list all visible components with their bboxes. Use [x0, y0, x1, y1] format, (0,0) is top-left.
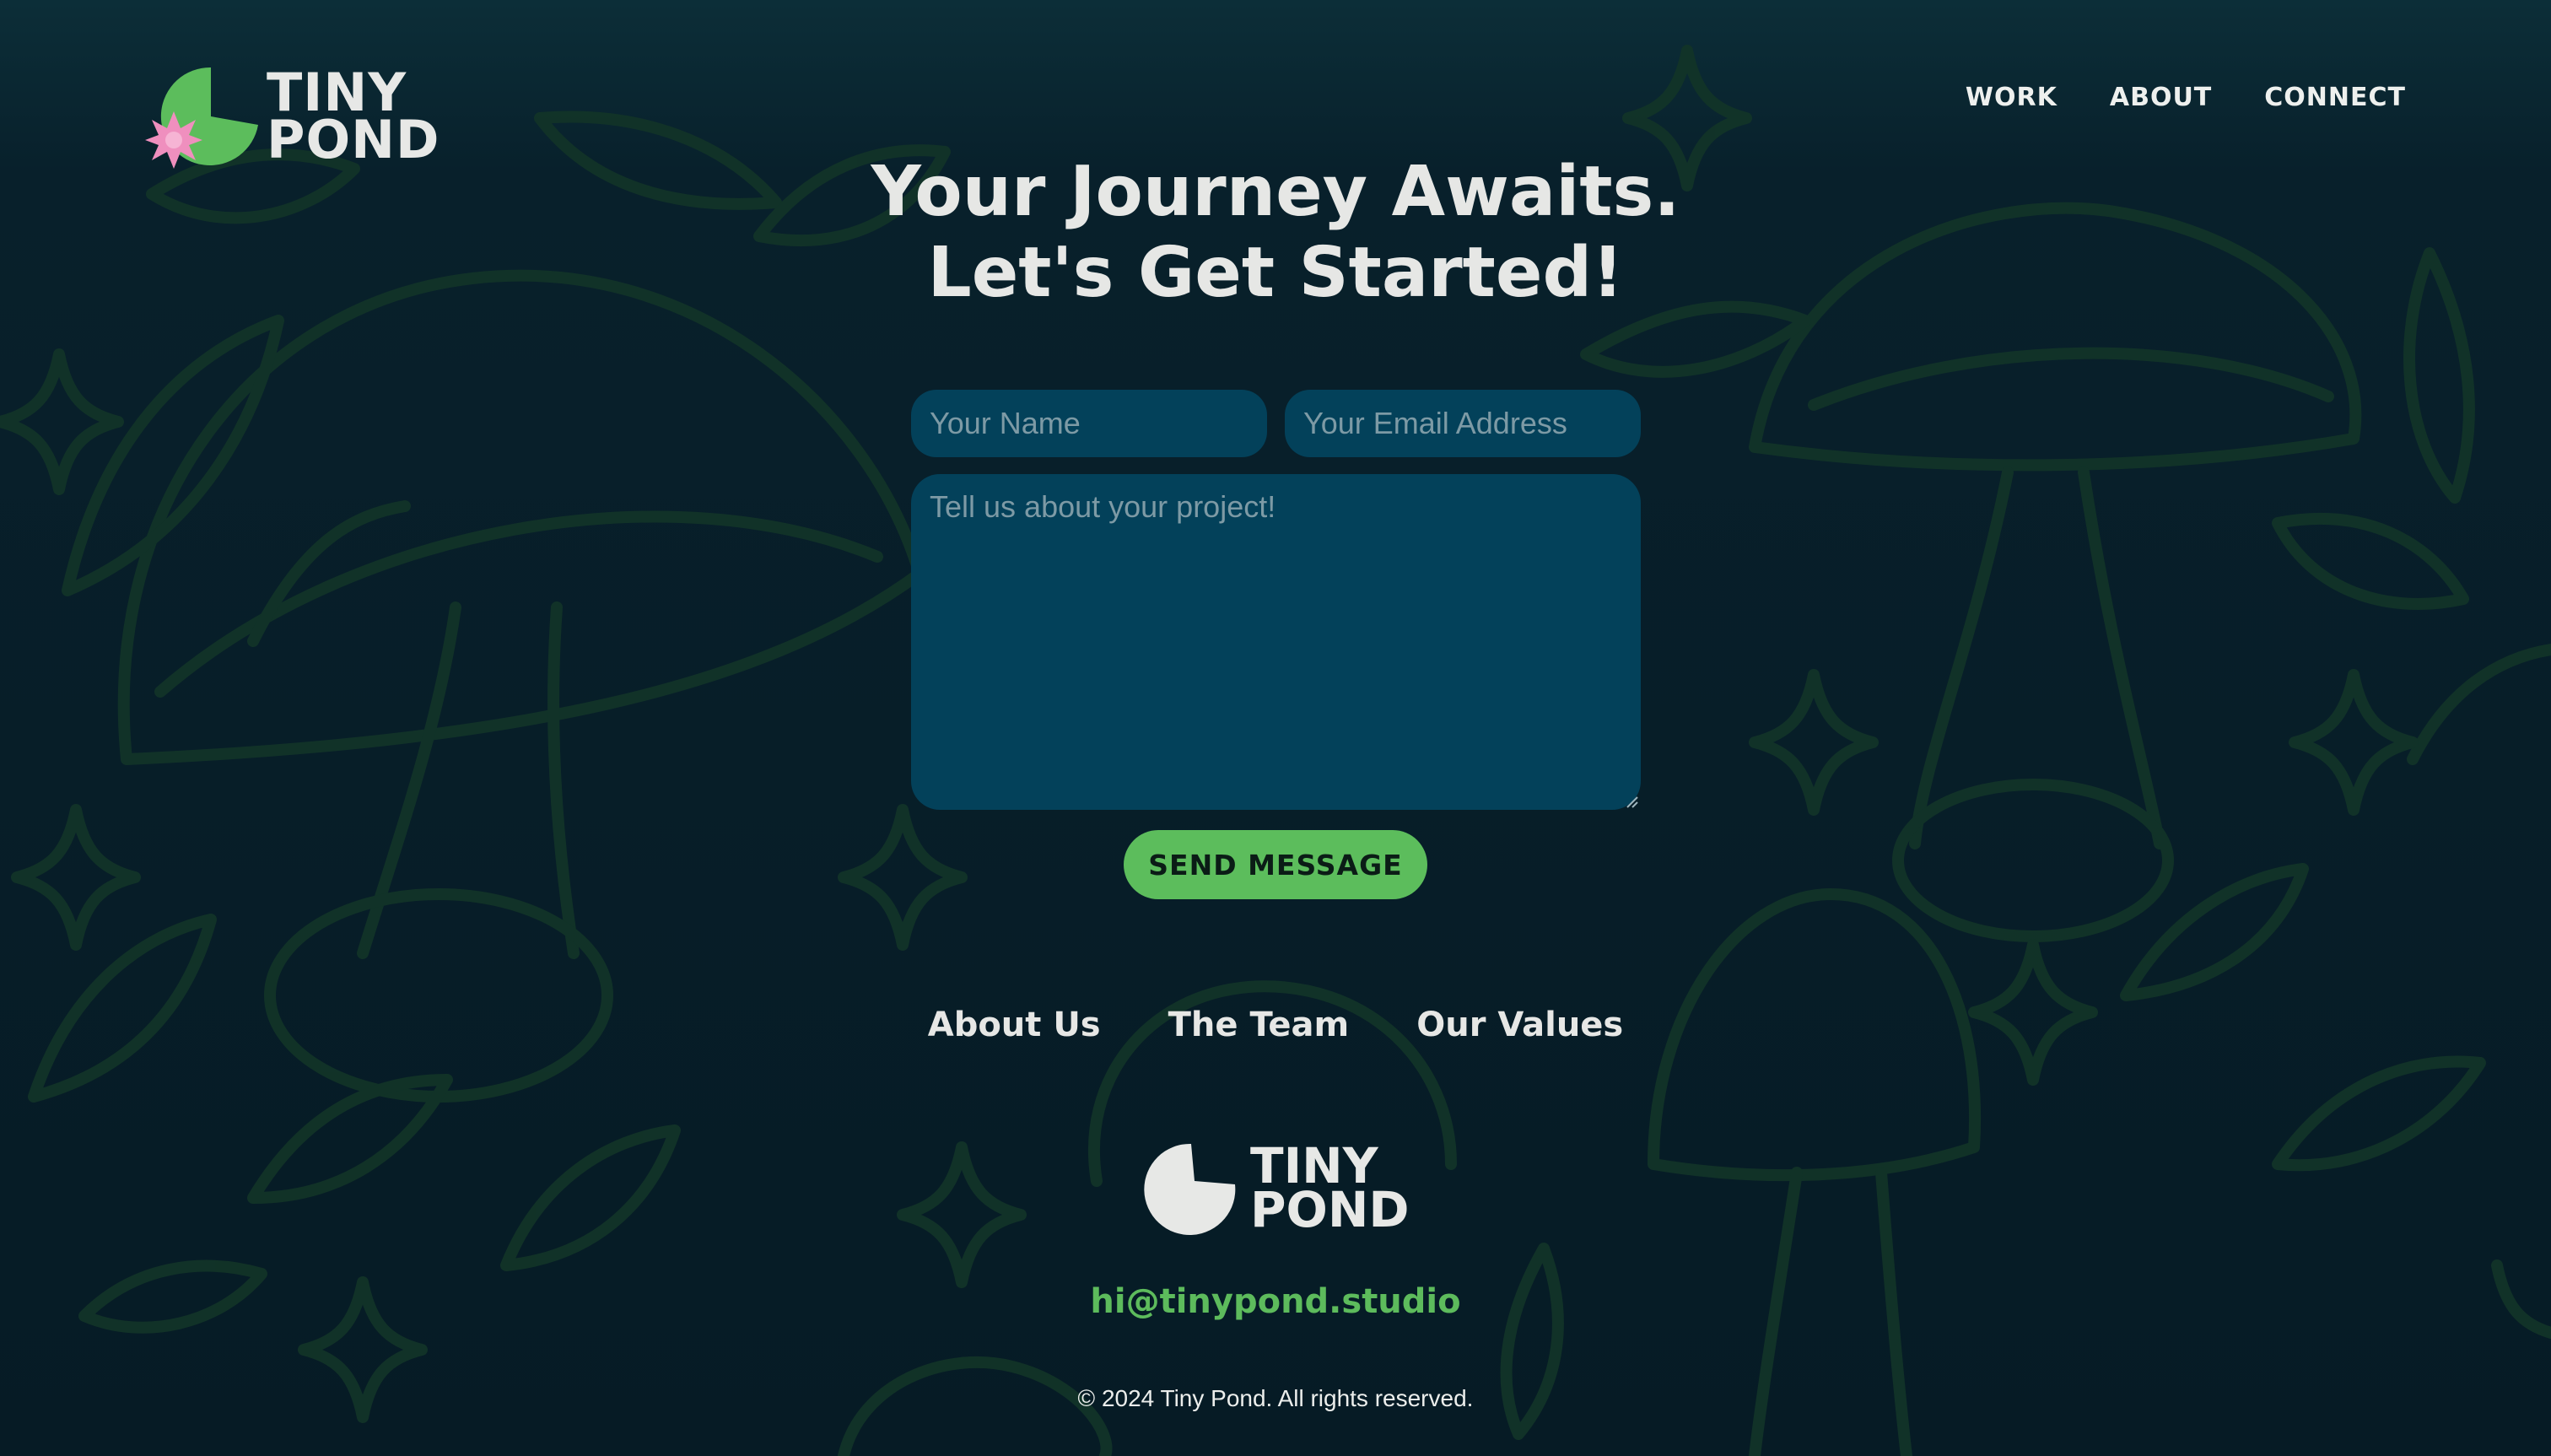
- logo-wordmark: TINY POND: [267, 67, 440, 166]
- footer-link-the-team[interactable]: The Team: [1168, 1006, 1350, 1044]
- name-input[interactable]: [911, 390, 1267, 457]
- message-textarea[interactable]: [911, 474, 1641, 810]
- nav-connect[interactable]: CONNECT: [2264, 83, 2406, 112]
- nav-work[interactable]: WORK: [1966, 83, 2058, 112]
- main-nav: WORK ABOUT CONNECT: [1966, 83, 2406, 112]
- nav-about[interactable]: ABOUT: [2110, 83, 2212, 112]
- lily-pad-icon: [1144, 1143, 1236, 1235]
- page-title: Your Journey Awaits. Let's Get Started!: [0, 152, 2551, 314]
- email-input[interactable]: [1285, 390, 1641, 457]
- copyright-text: © 2024 Tiny Pond. All rights reserved.: [1077, 1385, 1474, 1411]
- send-message-button[interactable]: SEND MESSAGE: [1124, 830, 1427, 899]
- footer-logo-line2: POND: [1250, 1181, 1410, 1238]
- contact-email-link[interactable]: hi@tinypond.studio: [0, 1282, 2551, 1321]
- footer-link-our-values[interactable]: Our Values: [1416, 1006, 1623, 1044]
- resize-handle-icon[interactable]: [1626, 796, 1638, 808]
- footer-logo-wordmark: TINY POND: [1250, 1141, 1410, 1238]
- footer-link-about-us[interactable]: About Us: [928, 1006, 1101, 1044]
- footer-links: About Us The Team Our Values: [0, 1006, 2551, 1044]
- title-line2: Let's Get Started!: [927, 233, 1624, 313]
- footer-logo[interactable]: TINY POND: [1142, 1139, 1421, 1240]
- title-line1: Your Journey Awaits.: [871, 152, 1680, 232]
